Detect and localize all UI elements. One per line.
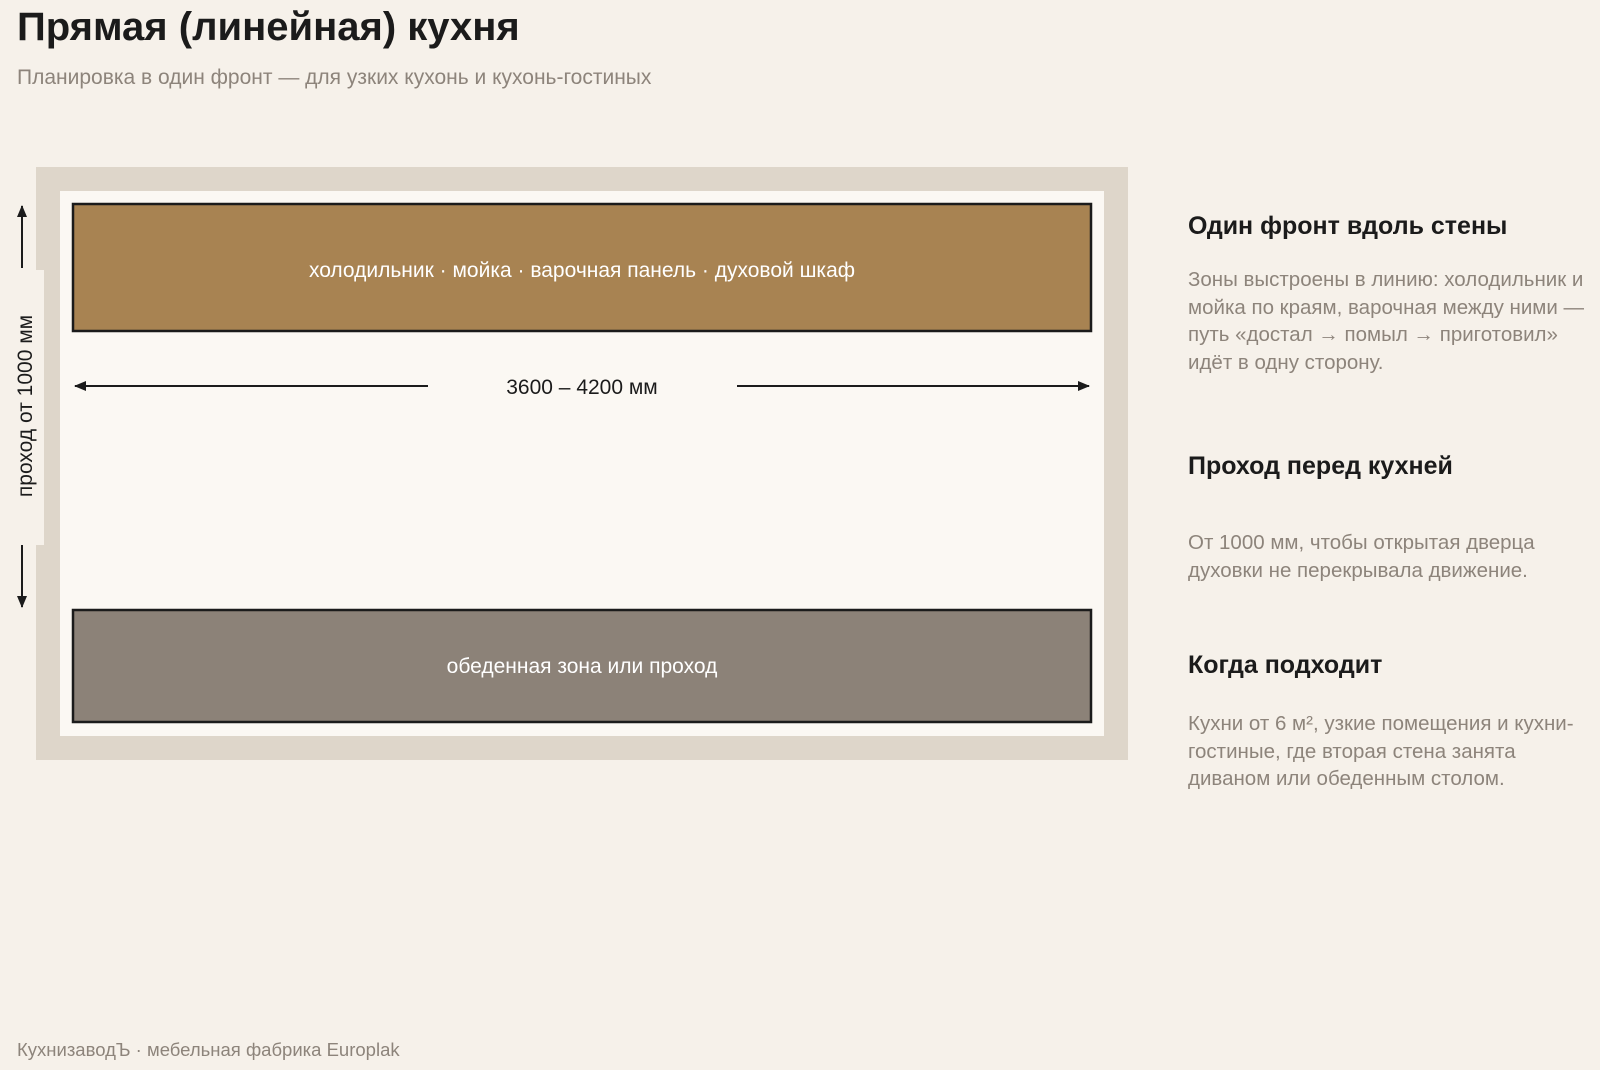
info-text: От 1000 мм, чтобы открытая дверца духовк… — [1188, 531, 1535, 582]
info-text: Зоны выстроены в линию: холодильник и мо… — [1188, 268, 1585, 374]
opposite-zone-label: обеденная зона или проход — [447, 655, 718, 678]
page-subtitle: Планировка в один фронт — для узких кухо… — [17, 66, 652, 89]
kitchen-plan-diagram: холодильник · мойка · варочная панель · … — [0, 167, 1128, 760]
length-dimension-label: 3600 – 4200 мм — [506, 376, 658, 399]
footer-credit: КухнизаводЪ · мебельная фабрика Europlak — [17, 1039, 400, 1060]
info-section-front: Один фронт вдоль стены Зоны выстроены в … — [1188, 210, 1588, 376]
info-section-when: Когда подходит Кухни от 6 м², узкие поме… — [1188, 649, 1588, 793]
info-heading: Проход перед кухней — [1188, 452, 1453, 480]
kitchen-front-label: холодильник · мойка · варочная панель · … — [309, 259, 855, 282]
info-text: Кухни от 6 м², узкие помещения и кухни-г… — [1188, 712, 1574, 790]
info-section-passage: Проход перед кухней От 1000 мм, чтобы от… — [1188, 450, 1588, 584]
passage-dimension-label: проход от 1000 мм — [14, 315, 37, 497]
info-heading: Один фронт вдоль стены — [1188, 212, 1508, 240]
page-title: Прямая (линейная) кухня — [17, 5, 520, 49]
info-heading: Когда подходит — [1188, 651, 1383, 679]
